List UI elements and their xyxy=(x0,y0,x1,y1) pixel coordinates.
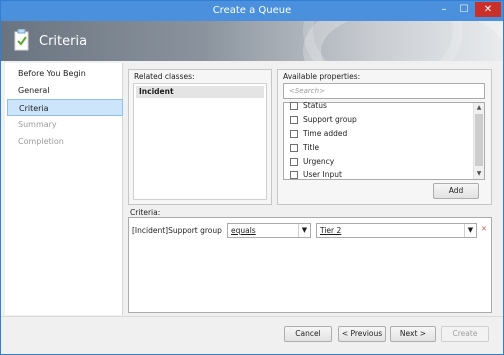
available-properties-group: Available properties: <Search> Status Su… xyxy=(277,69,492,205)
scroll-thumb[interactable] xyxy=(475,114,483,166)
page-title: Criteria xyxy=(39,34,88,49)
checkbox[interactable] xyxy=(290,171,298,179)
criteria-icon xyxy=(14,29,29,51)
checkbox[interactable] xyxy=(290,102,298,110)
criteria-panel: [Incident]Support group equals ▼ Tier 2 … xyxy=(128,217,492,313)
chevron-down-icon[interactable]: ▼ xyxy=(464,224,476,237)
create-button: Create xyxy=(441,326,489,342)
properties-scrollbar[interactable]: ▲ ▼ xyxy=(473,103,484,179)
cancel-button[interactable]: Cancel xyxy=(284,326,332,342)
criteria-value: Tier 2 xyxy=(320,226,342,235)
wizard-steps-nav: Before You Begin General Criteria Summar… xyxy=(5,63,123,315)
header-banner: Criteria xyxy=(1,21,503,61)
available-properties-label: Available properties: xyxy=(283,72,361,81)
nav-item-completion: Completion xyxy=(18,137,64,146)
nav-item-criteria[interactable]: Criteria xyxy=(7,99,123,116)
criteria-label: Criteria: xyxy=(130,208,161,217)
operator-dropdown[interactable]: equals ▼ xyxy=(227,223,311,238)
content-area: Related classes: Incident Available prop… xyxy=(124,63,502,316)
remove-criteria-icon[interactable]: ✕ xyxy=(481,225,487,233)
chevron-down-icon[interactable]: ▼ xyxy=(298,224,310,237)
nav-item-general[interactable]: General xyxy=(7,82,123,99)
operator-value: equals xyxy=(231,226,256,235)
checkbox[interactable] xyxy=(290,130,298,138)
add-button[interactable]: Add xyxy=(433,183,479,199)
property-item[interactable]: Status xyxy=(290,100,327,112)
nav-item-before-you-begin[interactable]: Before You Begin xyxy=(7,65,123,82)
property-item[interactable]: User Input xyxy=(290,169,342,181)
related-classes-label: Related classes: xyxy=(134,72,195,81)
checkbox[interactable] xyxy=(290,158,298,166)
minimize-button[interactable]: – xyxy=(434,2,454,17)
related-class-item[interactable]: Incident xyxy=(136,86,264,98)
close-button[interactable]: ✕ xyxy=(475,2,501,17)
properties-list[interactable]: Status Support group Time added Title Ur… xyxy=(283,100,485,181)
checkbox[interactable] xyxy=(290,144,298,152)
property-item[interactable]: Title xyxy=(290,142,319,154)
checkbox[interactable] xyxy=(290,116,298,124)
property-item[interactable]: Urgency xyxy=(290,156,334,168)
previous-button[interactable]: < Previous xyxy=(338,326,386,342)
wizard-window: Create a Queue – ☐ ✕ Criteria Before You… xyxy=(0,0,504,355)
window-title: Create a Queue xyxy=(212,5,292,16)
maximize-button[interactable]: ☐ xyxy=(454,2,474,17)
scroll-down-icon[interactable]: ▼ xyxy=(474,169,484,179)
related-classes-list[interactable]: Incident xyxy=(133,83,267,200)
scroll-up-icon[interactable]: ▲ xyxy=(474,103,484,113)
nav-item-summary: Summary xyxy=(18,120,57,129)
next-button[interactable]: Next > xyxy=(390,326,436,342)
wizard-footer: Cancel < Previous Next > Create xyxy=(1,316,503,354)
title-bar: Create a Queue – ☐ ✕ xyxy=(1,1,503,21)
banner-decoration-2 xyxy=(303,21,463,61)
criteria-field-label: [Incident]Support group xyxy=(132,226,222,235)
related-classes-group: Related classes: Incident xyxy=(128,69,272,205)
property-search-input[interactable]: <Search> xyxy=(283,83,485,99)
property-item[interactable]: Time added xyxy=(290,128,347,140)
property-item[interactable]: Support group xyxy=(290,114,357,126)
value-dropdown[interactable]: Tier 2 ▼ xyxy=(316,223,477,238)
